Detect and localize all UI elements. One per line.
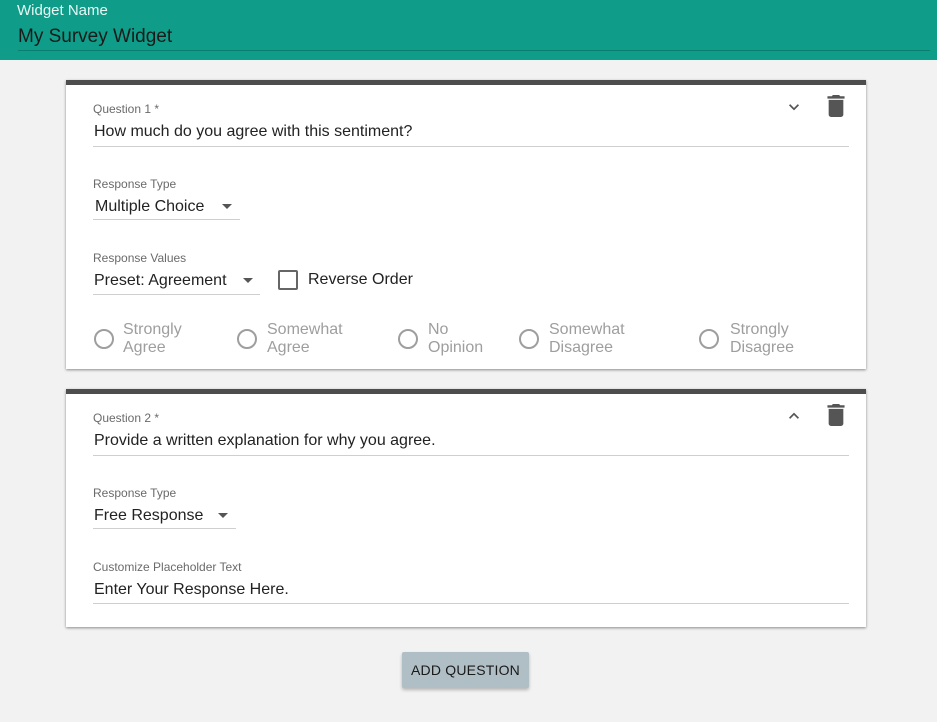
placeholder-text-underline	[93, 603, 849, 604]
response-type-label: Response Type	[93, 486, 177, 500]
chevron-up-icon[interactable]	[784, 406, 804, 426]
reverse-order-label: Reverse Order	[308, 271, 413, 288]
option-label: Somewhat Agree	[267, 321, 343, 356]
trash-icon[interactable]	[827, 95, 845, 117]
radio-somewhat-agree[interactable]	[237, 329, 257, 349]
option-label: Strongly Disagree	[730, 321, 795, 356]
add-question-button[interactable]: ADD QUESTION	[402, 652, 529, 688]
chevron-down-icon[interactable]	[243, 278, 253, 283]
reverse-order-checkbox[interactable]	[278, 270, 298, 290]
radio-strongly-agree[interactable]	[94, 329, 114, 349]
question-1-text-input[interactable]: How much do you agree with this sentimen…	[94, 123, 412, 141]
placeholder-text-label: Customize Placeholder Text	[93, 560, 242, 574]
response-type-select[interactable]: Free Response	[94, 507, 203, 525]
chevron-down-icon[interactable]	[222, 204, 232, 209]
response-values-underline	[93, 294, 260, 295]
widget-name-underline	[18, 50, 930, 51]
placeholder-text-input[interactable]: Enter Your Response Here.	[94, 581, 289, 599]
question-1-label: Question 1 *	[93, 102, 160, 116]
radio-no-opinion[interactable]	[398, 329, 418, 349]
trash-icon[interactable]	[827, 404, 845, 426]
chevron-down-icon[interactable]	[784, 97, 804, 117]
widget-header: Widget Name My Survey Widget	[0, 0, 937, 60]
response-type-underline	[93, 219, 240, 220]
radio-somewhat-disagree[interactable]	[519, 329, 539, 349]
radio-strongly-disagree[interactable]	[699, 329, 719, 349]
question-2-text-input[interactable]: Provide a written explanation for why yo…	[94, 432, 436, 450]
response-values-select[interactable]: Preset: Agreement	[94, 272, 227, 290]
question-2-underline	[93, 455, 849, 456]
response-values-label: Response Values	[93, 251, 187, 265]
response-type-select[interactable]: Multiple Choice	[95, 198, 204, 216]
widget-name-label: Widget Name	[17, 2, 108, 19]
chevron-down-icon[interactable]	[218, 513, 228, 518]
question-card-2: Question 2 * Provide a written explanati…	[66, 389, 866, 627]
question-2-label: Question 2 *	[93, 411, 160, 425]
option-label: Strongly Agree	[123, 321, 182, 356]
widget-name-input[interactable]: My Survey Widget	[18, 26, 172, 48]
option-label: Somewhat Disagree	[549, 321, 625, 356]
question-1-underline	[93, 146, 849, 147]
question-card-1: Question 1 * How much do you agree with …	[66, 80, 866, 369]
response-type-label: Response Type	[93, 177, 177, 191]
response-type-underline	[93, 528, 236, 529]
